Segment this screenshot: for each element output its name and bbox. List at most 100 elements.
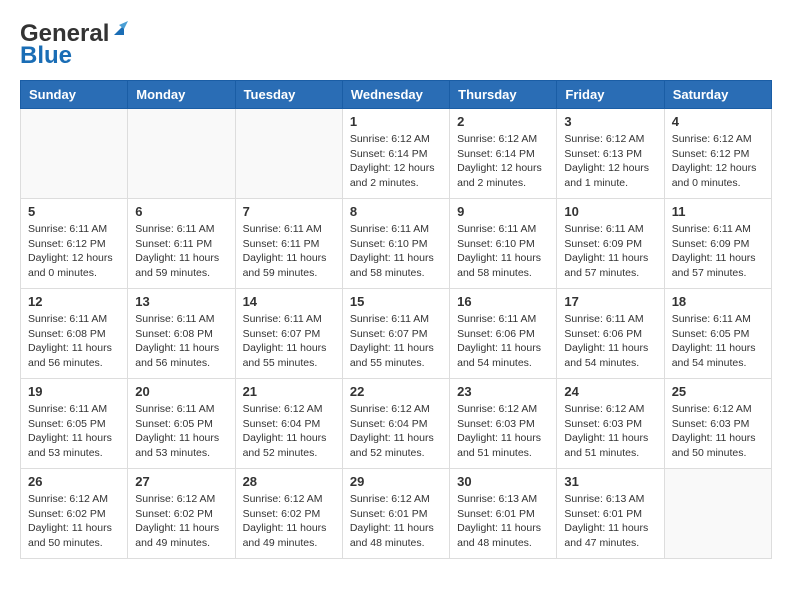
calendar-cell: [664, 469, 771, 559]
day-info: Sunrise: 6:11 AM Sunset: 6:07 PM Dayligh…: [243, 312, 335, 371]
calendar-cell: [21, 109, 128, 199]
day-number: 19: [28, 384, 120, 399]
day-number: 5: [28, 204, 120, 219]
day-info: Sunrise: 6:11 AM Sunset: 6:06 PM Dayligh…: [457, 312, 549, 371]
day-info: Sunrise: 6:11 AM Sunset: 6:05 PM Dayligh…: [672, 312, 764, 371]
day-info: Sunrise: 6:12 AM Sunset: 6:02 PM Dayligh…: [135, 492, 227, 551]
day-number: 9: [457, 204, 549, 219]
day-number: 28: [243, 474, 335, 489]
day-number: 4: [672, 114, 764, 129]
calendar-cell: 15 Sunrise: 6:11 AM Sunset: 6:07 PM Dayli…: [342, 289, 449, 379]
day-info: Sunrise: 6:12 AM Sunset: 6:04 PM Dayligh…: [350, 402, 442, 461]
weekday-tuesday: Tuesday: [235, 81, 342, 109]
day-number: 16: [457, 294, 549, 309]
calendar-cell: 2 Sunrise: 6:12 AM Sunset: 6:14 PM Daylig…: [450, 109, 557, 199]
day-info: Sunrise: 6:12 AM Sunset: 6:13 PM Dayligh…: [564, 132, 656, 191]
calendar-cell: 12Sunrise: 6:11 AM Sunset: 6:08 PM Dayli…: [21, 289, 128, 379]
day-info: Sunrise: 6:12 AM Sunset: 6:12 PM Dayligh…: [672, 132, 764, 191]
calendar-cell: 23 Sunrise: 6:12 AM Sunset: 6:03 PM Dayli…: [450, 379, 557, 469]
day-number: 13: [135, 294, 227, 309]
calendar-cell: 3 Sunrise: 6:12 AM Sunset: 6:13 PM Daylig…: [557, 109, 664, 199]
day-info: Sunrise: 6:12 AM Sunset: 6:03 PM Dayligh…: [672, 402, 764, 461]
weekday-wednesday: Wednesday: [342, 81, 449, 109]
calendar-cell: 9Sunrise: 6:11 AM Sunset: 6:10 PM Daylig…: [450, 199, 557, 289]
day-info: Sunrise: 6:13 AM Sunset: 6:01 PM Dayligh…: [457, 492, 549, 551]
calendar-cell: 25 Sunrise: 6:12 AM Sunset: 6:03 PM Dayli…: [664, 379, 771, 469]
calendar-cell: 7 Sunrise: 6:11 AM Sunset: 6:11 PM Daylig…: [235, 199, 342, 289]
day-number: 8: [350, 204, 442, 219]
day-number: 25: [672, 384, 764, 399]
day-info: Sunrise: 6:12 AM Sunset: 6:03 PM Dayligh…: [457, 402, 549, 461]
day-info: Sunrise: 6:11 AM Sunset: 6:09 PM Dayligh…: [564, 222, 656, 281]
day-number: 27: [135, 474, 227, 489]
calendar-cell: 14 Sunrise: 6:11 AM Sunset: 6:07 PM Dayli…: [235, 289, 342, 379]
day-info: Sunrise: 6:11 AM Sunset: 6:08 PM Dayligh…: [135, 312, 227, 371]
calendar-cell: 29Sunrise: 6:12 AM Sunset: 6:01 PM Dayli…: [342, 469, 449, 559]
calendar-cell: 30 Sunrise: 6:13 AM Sunset: 6:01 PM Dayli…: [450, 469, 557, 559]
calendar-cell: 6Sunrise: 6:11 AM Sunset: 6:11 PM Daylig…: [128, 199, 235, 289]
weekday-sunday: Sunday: [21, 81, 128, 109]
day-number: 26: [28, 474, 120, 489]
calendar-cell: 22Sunrise: 6:12 AM Sunset: 6:04 PM Dayli…: [342, 379, 449, 469]
weekday-saturday: Saturday: [664, 81, 771, 109]
calendar-cell: 18Sunrise: 6:11 AM Sunset: 6:05 PM Dayli…: [664, 289, 771, 379]
calendar-body: 1 Sunrise: 6:12 AM Sunset: 6:14 PM Daylig…: [21, 109, 772, 559]
calendar-cell: 19 Sunrise: 6:11 AM Sunset: 6:05 PM Dayli…: [21, 379, 128, 469]
weekday-thursday: Thursday: [450, 81, 557, 109]
calendar-cell: 27 Sunrise: 6:12 AM Sunset: 6:02 PM Dayli…: [128, 469, 235, 559]
day-info: Sunrise: 6:13 AM Sunset: 6:01 PM Dayligh…: [564, 492, 656, 551]
day-number: 11: [672, 204, 764, 219]
day-number: 7: [243, 204, 335, 219]
day-info: Sunrise: 6:11 AM Sunset: 6:05 PM Dayligh…: [135, 402, 227, 461]
day-number: 23: [457, 384, 549, 399]
day-info: Sunrise: 6:11 AM Sunset: 6:12 PM Dayligh…: [28, 222, 120, 281]
calendar-cell: 13 Sunrise: 6:11 AM Sunset: 6:08 PM Dayli…: [128, 289, 235, 379]
day-number: 1: [350, 114, 442, 129]
calendar-cell: 20 Sunrise: 6:11 AM Sunset: 6:05 PM Dayli…: [128, 379, 235, 469]
day-number: 31: [564, 474, 656, 489]
calendar-cell: 10 Sunrise: 6:11 AM Sunset: 6:09 PM Dayli…: [557, 199, 664, 289]
day-number: 3: [564, 114, 656, 129]
calendar-cell: 28 Sunrise: 6:12 AM Sunset: 6:02 PM Dayli…: [235, 469, 342, 559]
day-number: 17: [564, 294, 656, 309]
calendar-cell: [235, 109, 342, 199]
week-row-3: 12 Sunrise: 6:11 AM Sunset: 6:08 PM Dayli…: [21, 289, 772, 379]
day-number: 6: [135, 204, 227, 219]
day-number: 21: [243, 384, 335, 399]
day-number: 10: [564, 204, 656, 219]
calendar-cell: 31 Sunrise: 6:13 AM Sunset: 6:01 PM Dayli…: [557, 469, 664, 559]
day-number: 2: [457, 114, 549, 129]
week-row-1: 1 Sunrise: 6:12 AM Sunset: 6:14 PM Daylig…: [21, 109, 772, 199]
day-info: Sunrise: 6:11 AM Sunset: 6:05 PM Dayligh…: [28, 402, 120, 461]
week-row-5: 26 Sunrise: 6:12 AM Sunset: 6:02 PM Dayli…: [21, 469, 772, 559]
day-info: Sunrise: 6:12 AM Sunset: 6:14 PM Dayligh…: [457, 132, 549, 191]
day-info: Sunrise: 6:12 AM Sunset: 6:04 PM Dayligh…: [243, 402, 335, 461]
calendar-cell: 21 Sunrise: 6:12 AM Sunset: 6:04 PM Dayli…: [235, 379, 342, 469]
calendar-cell: [128, 109, 235, 199]
day-info: Sunrise: 6:11 AM Sunset: 6:07 PM Dayligh…: [350, 312, 442, 371]
day-number: 20: [135, 384, 227, 399]
calendar-cell: 1 Sunrise: 6:12 AM Sunset: 6:14 PM Daylig…: [342, 109, 449, 199]
logo-bird-icon: [110, 21, 128, 39]
calendar-cell: 26 Sunrise: 6:12 AM Sunset: 6:02 PM Dayli…: [21, 469, 128, 559]
day-info: Sunrise: 6:12 AM Sunset: 6:02 PM Dayligh…: [243, 492, 335, 551]
day-info: Sunrise: 6:12 AM Sunset: 6:03 PM Dayligh…: [564, 402, 656, 461]
day-number: 29: [350, 474, 442, 489]
weekday-header-row: SundayMondayTuesdayWednesdayThursdayFrid…: [21, 81, 772, 109]
calendar-table: SundayMondayTuesdayWednesdayThursdayFrid…: [20, 80, 772, 559]
weekday-monday: Monday: [128, 81, 235, 109]
day-info: Sunrise: 6:11 AM Sunset: 6:06 PM Dayligh…: [564, 312, 656, 371]
page-header: General Blue: [20, 20, 772, 70]
day-info: Sunrise: 6:11 AM Sunset: 6:11 PM Dayligh…: [243, 222, 335, 281]
day-number: 12: [28, 294, 120, 309]
day-number: 14: [243, 294, 335, 309]
calendar-cell: 5 Sunrise: 6:11 AM Sunset: 6:12 PM Daylig…: [21, 199, 128, 289]
day-info: Sunrise: 6:12 AM Sunset: 6:02 PM Dayligh…: [28, 492, 120, 551]
weekday-friday: Friday: [557, 81, 664, 109]
calendar-cell: 8Sunrise: 6:11 AM Sunset: 6:10 PM Daylig…: [342, 199, 449, 289]
calendar-cell: 16 Sunrise: 6:11 AM Sunset: 6:06 PM Dayli…: [450, 289, 557, 379]
day-number: 30: [457, 474, 549, 489]
day-info: Sunrise: 6:12 AM Sunset: 6:14 PM Dayligh…: [350, 132, 442, 191]
day-number: 15: [350, 294, 442, 309]
week-row-2: 5 Sunrise: 6:11 AM Sunset: 6:12 PM Daylig…: [21, 199, 772, 289]
